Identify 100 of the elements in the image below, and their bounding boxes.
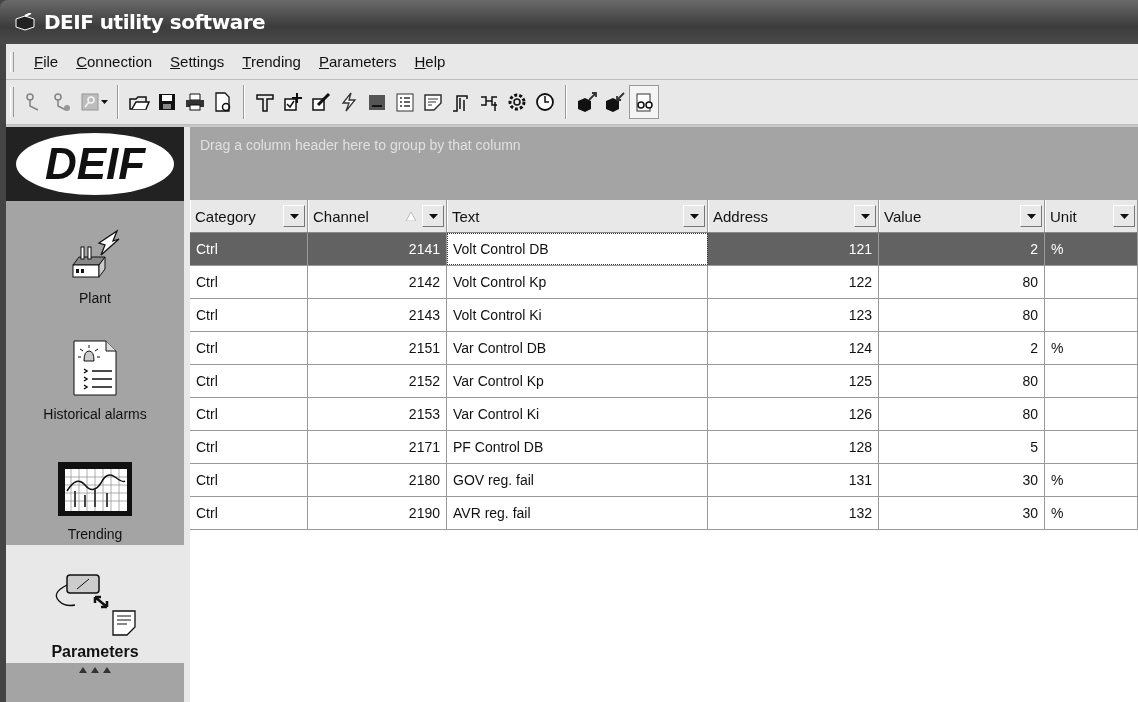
box-out-icon — [576, 91, 598, 113]
sidebar-item[interactable]: Plant — [6, 201, 184, 309]
menu-item[interactable]: Parameters — [310, 53, 407, 70]
table-cell: Ctrl — [196, 373, 218, 389]
save-icon — [156, 91, 178, 113]
table-cell: Var Control Ki — [453, 406, 540, 422]
table-cell: 80 — [1022, 373, 1038, 389]
table-cell: 2 — [1030, 340, 1038, 356]
filter-dropdown-button[interactable] — [283, 205, 305, 227]
table-cell: 2190 — [408, 505, 440, 521]
table-cell: 30 — [1022, 472, 1038, 488]
table-cell: Ctrl — [196, 340, 218, 356]
table-row[interactable]: Ctrl 2141 Volt Control DB 121 2 % — [190, 233, 1138, 266]
filter-dropdown-button[interactable] — [1020, 205, 1042, 227]
checkbox-plus-icon — [282, 91, 304, 113]
group-by-hint: Drag a column header here to group by that column — [200, 137, 521, 153]
filter-dropdown-button[interactable] — [422, 205, 444, 227]
table-cell: 80 — [1022, 307, 1038, 323]
table-cell: PF Control DB — [453, 439, 544, 455]
table-cell: 2143 — [408, 307, 440, 323]
table-cell: Ctrl — [196, 241, 218, 257]
table-row[interactable]: Ctrl 2180 GOV reg. fail 131 30 % — [190, 464, 1138, 497]
table-cell: 2 — [1030, 241, 1038, 257]
table-cell: 121 — [848, 241, 872, 257]
menu-item[interactable]: Help — [406, 53, 456, 70]
table-row[interactable]: Ctrl 2151 Var Control DB 124 2 % — [190, 332, 1138, 365]
table-cell: 80 — [1022, 406, 1038, 422]
menu-item[interactable]: Settings — [162, 53, 235, 70]
filter-dropdown-button[interactable] — [854, 205, 876, 227]
alarm-document-icon — [72, 339, 118, 397]
column-header[interactable]: Value — [879, 200, 1045, 232]
menu-item[interactable]: Trending — [234, 53, 311, 70]
table-cell: 2171 — [408, 439, 440, 455]
table-cell: 2142 — [408, 274, 440, 290]
table-cell: 123 — [848, 307, 872, 323]
table-cell: % — [1051, 505, 1064, 521]
note-icon — [422, 91, 444, 113]
window-title: DEIF utility software — [44, 10, 266, 34]
table-cell: Ctrl — [196, 406, 218, 422]
column-header[interactable]: Channel — [308, 200, 447, 232]
table-cell: 5 — [1030, 439, 1038, 455]
table-cell: Ctrl — [196, 274, 218, 290]
disconnect-icon — [51, 91, 73, 113]
table-cell: 125 — [848, 373, 872, 389]
table-row[interactable]: Ctrl 2171 PF Control DB 128 5 — [190, 431, 1138, 464]
caret-icon — [101, 100, 108, 104]
glasses-button[interactable] — [629, 85, 659, 119]
glasses-icon — [633, 91, 655, 113]
factory-icon — [69, 229, 121, 281]
menu-item[interactable]: Connection — [68, 53, 163, 70]
table-cell: 2141 — [408, 241, 440, 257]
table-cell: Volt Control Kp — [453, 274, 547, 290]
table-cell: Var Control Kp — [453, 373, 544, 389]
table-cell: 122 — [848, 274, 872, 290]
table-row[interactable]: Ctrl 2153 Var Control Ki 126 80 — [190, 398, 1138, 431]
table-cell: 126 — [848, 406, 872, 422]
clock-icon — [534, 91, 556, 113]
table-cell: Var Control DB — [453, 340, 547, 356]
table-row[interactable]: Ctrl 2142 Volt Control Kp 122 80 — [190, 266, 1138, 299]
checkbox-pen-icon — [310, 91, 332, 113]
table-cell: 132 — [848, 505, 872, 521]
sidebar-item[interactable]: Trending — [6, 425, 184, 545]
column-header[interactable]: Text — [447, 200, 708, 232]
column-header[interactable]: Unit — [1045, 200, 1138, 232]
box-in-icon — [604, 91, 626, 113]
filter-dropdown-button[interactable] — [683, 205, 705, 227]
table-cell: 2152 — [408, 373, 440, 389]
table-cell: 80 — [1022, 274, 1038, 290]
sidebar-item[interactable]: Parameters — [6, 545, 184, 663]
caret-icon — [289, 213, 299, 219]
column-header[interactable]: Category — [190, 200, 308, 232]
table-cell: Ctrl — [196, 439, 218, 455]
table-cell: 2151 — [408, 340, 440, 356]
gear-icon — [506, 91, 528, 113]
table-cell: 131 — [848, 472, 872, 488]
list-icon — [394, 91, 416, 113]
caret-icon — [1026, 213, 1036, 219]
table-cell: 2153 — [408, 406, 440, 422]
print-icon — [184, 91, 206, 113]
caret-icon — [1119, 213, 1129, 219]
box-icon — [14, 13, 36, 31]
table-row[interactable]: Ctrl 2190 AVR reg. fail 132 30 % — [190, 497, 1138, 530]
table-row[interactable]: Ctrl 2152 Var Control Kp 125 80 — [190, 365, 1138, 398]
caret-icon — [428, 213, 438, 219]
table-cell: Ctrl — [196, 472, 218, 488]
column-header[interactable]: Address — [708, 200, 879, 232]
table-cell: 124 — [848, 340, 872, 356]
table-cell: AVR reg. fail — [453, 505, 531, 521]
table-cell: % — [1051, 340, 1064, 356]
arrows-icon — [77, 667, 113, 673]
table-cell: % — [1051, 241, 1064, 257]
table-cell: Volt Control DB — [453, 241, 549, 257]
table-cell: % — [1051, 472, 1064, 488]
table-row[interactable]: Ctrl 2143 Volt Control Ki 123 80 — [190, 299, 1138, 332]
table-cell: Volt Control Ki — [453, 307, 542, 323]
menu-item[interactable]: File — [26, 53, 69, 70]
deif-logo: DEIF — [16, 133, 174, 195]
sidebar-item[interactable]: Historical alarms — [6, 309, 184, 425]
trend-chart-icon — [57, 461, 133, 517]
filter-dropdown-button[interactable] — [1113, 205, 1135, 227]
